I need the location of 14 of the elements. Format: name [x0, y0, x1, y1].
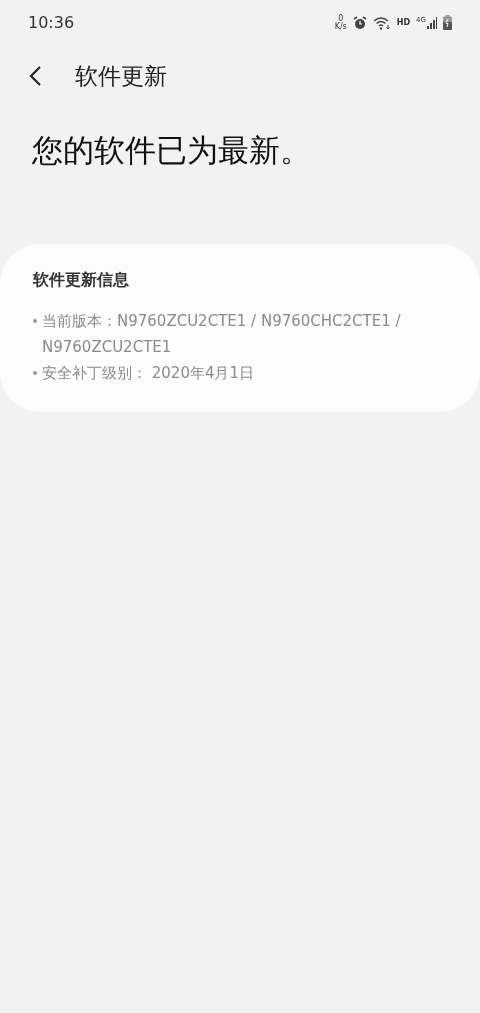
page-title: 软件更新	[75, 61, 167, 91]
status-time: 10:36	[28, 11, 75, 34]
card-title: 软件更新信息	[33, 269, 130, 291]
info-text: 安全补丁级别： 2020年4月1日	[42, 363, 255, 384]
battery-icon	[443, 15, 452, 30]
signal-icon	[427, 16, 437, 29]
hd-label: HD	[396, 16, 411, 29]
bullet-icon	[33, 319, 37, 323]
wifi-icon	[372, 15, 391, 30]
status-heading: 您的软件已为最新。	[32, 132, 311, 168]
info-text: 当前版本：N9760ZCU2CTE1 / N9760CHC2CTE1 / N9760ZCU2CTE1	[42, 311, 402, 358]
network-speed: 0 K/s	[334, 14, 347, 31]
bullet-icon	[33, 371, 37, 375]
alarm-icon	[352, 15, 367, 30]
